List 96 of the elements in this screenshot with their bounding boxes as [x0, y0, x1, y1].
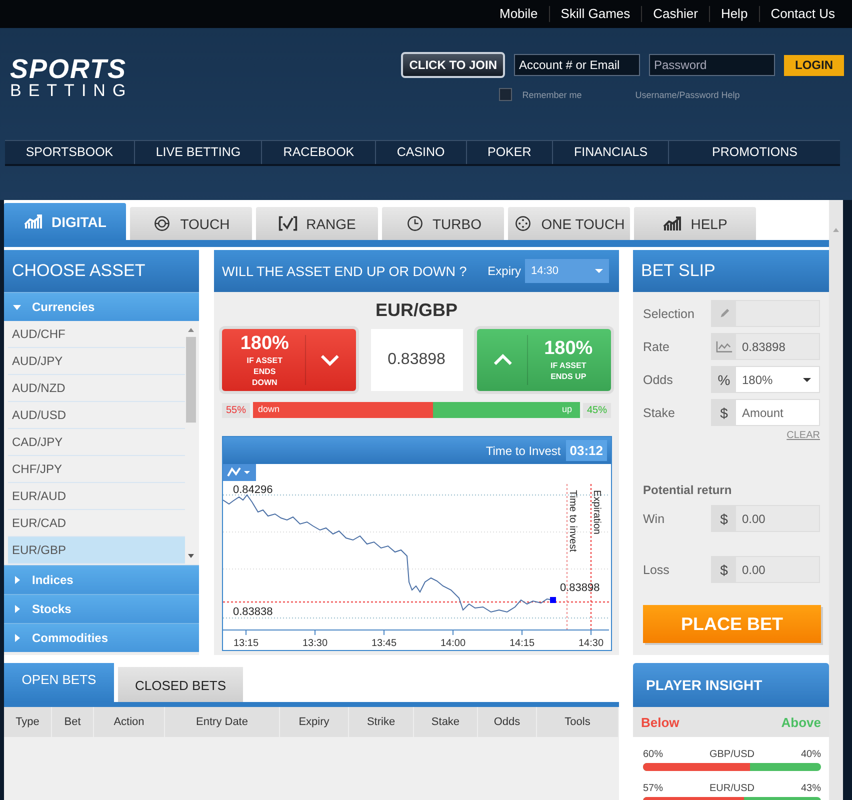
- field-label: Odds: [643, 372, 673, 386]
- join-button[interactable]: CLICK TO JOIN: [401, 52, 505, 78]
- price-display: 0.83898: [370, 329, 462, 391]
- top-link[interactable]: Cashier: [641, 6, 709, 22]
- product-tab[interactable]: HELP: [634, 207, 756, 240]
- pair-label: EUR/USD: [709, 783, 754, 794]
- chevron-up-icon: [493, 354, 513, 366]
- current-price-marker: [550, 597, 556, 603]
- product-tab[interactable]: DIGITAL: [4, 203, 126, 240]
- down-share: 55%: [222, 402, 250, 418]
- chart-icon: [716, 340, 732, 352]
- field-label: Rate: [643, 340, 670, 354]
- product-tab[interactable]: TURBO: [382, 207, 504, 240]
- field-label: Loss: [643, 562, 670, 576]
- asset-item[interactable]: AUD/CHF: [8, 321, 185, 348]
- asset-item[interactable]: CHF/JPY: [8, 456, 185, 483]
- clock-icon: [404, 215, 424, 232]
- up-label: up: [562, 404, 572, 414]
- nav-item[interactable]: RACEBOOK: [261, 141, 376, 164]
- expiry-label: Expiry: [488, 264, 521, 278]
- axis-label: 13:30: [302, 638, 328, 649]
- nav-item[interactable]: PROMOTIONS: [668, 141, 840, 164]
- chevron-down-icon: [320, 354, 340, 366]
- remember-label: Remember me: [522, 90, 583, 100]
- bets-tab[interactable]: CLOSED BETS: [118, 667, 243, 702]
- login-button[interactable]: LOGIN: [784, 54, 844, 76]
- axis-label: 0.83838: [233, 606, 273, 618]
- axis-label: 13:15: [233, 638, 259, 649]
- nav-item[interactable]: CASINO: [375, 141, 466, 164]
- below-label: Below: [641, 714, 680, 730]
- slip-field[interactable]: $ Amount: [711, 399, 820, 426]
- nav-item[interactable]: POKER: [466, 141, 552, 164]
- below-share: 57%: [643, 783, 664, 794]
- nav-item[interactable]: FINANCIALS: [552, 141, 668, 164]
- asset-title: EUR/GBP: [374, 300, 458, 322]
- countdown-timer: 03:12: [566, 440, 607, 461]
- down-button[interactable]: 180% IF ASSET ENDS DOWN: [222, 329, 356, 391]
- above-label: Above: [781, 714, 821, 730]
- nav-item[interactable]: SPORTSBOOK: [5, 141, 134, 164]
- range-icon: [278, 215, 298, 232]
- chart-icon: [662, 215, 683, 232]
- return-field: $ 0.00: [711, 505, 820, 532]
- marker-label: Expiration: [591, 490, 602, 534]
- field-label: Stake: [643, 406, 675, 420]
- price-label: 0.83898: [560, 582, 600, 594]
- target-icon: [152, 215, 172, 232]
- remember-checkbox[interactable]: [499, 88, 512, 101]
- chart-icon: [24, 213, 44, 230]
- product-tab[interactable]: RANGE: [256, 207, 378, 240]
- up-share: 45%: [582, 402, 611, 418]
- account-field[interactable]: Account # or Email: [514, 54, 640, 76]
- asset-item[interactable]: EUR/GBP: [8, 537, 185, 564]
- panel-header: WILL THE ASSET END UP OR DOWN ?: [222, 264, 468, 278]
- down-label: down: [258, 404, 280, 414]
- above-share: 43%: [800, 783, 821, 794]
- asset-item[interactable]: AUD/NZD: [8, 375, 185, 402]
- field-label: Selection: [643, 306, 694, 320]
- logo-wordmark: SPORTS: [10, 56, 128, 82]
- dial-icon: [513, 215, 534, 232]
- panel-header: CHOOSE ASSET: [4, 250, 199, 292]
- axis-label: 14:00: [440, 638, 466, 649]
- password-help-link[interactable]: Username/Password Help: [635, 90, 740, 100]
- asset-item[interactable]: CAD/JPY: [8, 429, 185, 456]
- scrollbar-drawing[interactable]: [829, 200, 843, 800]
- section-title: Potential return: [643, 483, 733, 497]
- top-link[interactable]: Mobile: [488, 6, 549, 22]
- slip-field[interactable]: % 180%: [711, 366, 820, 393]
- field-label: Win: [643, 512, 665, 526]
- panel-header: PLAYER INSIGHT: [633, 663, 829, 707]
- asset-item[interactable]: EUR/AUD: [8, 483, 185, 510]
- logo-subtitle: BETTING: [10, 82, 133, 100]
- pair-label: GBP/USD: [709, 749, 754, 760]
- timer-label: Time to Invest: [486, 444, 561, 458]
- axis-label: 13:45: [371, 638, 397, 649]
- axis-label: 14:15: [509, 638, 535, 649]
- above-share: 40%: [800, 749, 821, 760]
- caret-icon: [803, 378, 811, 382]
- nav-item[interactable]: LIVE BETTING: [134, 141, 262, 164]
- product-tab[interactable]: TOUCH: [130, 207, 252, 240]
- product-tab[interactable]: ONE TOUCH: [508, 207, 630, 240]
- asset-item[interactable]: AUD/JPY: [8, 348, 185, 375]
- password-field[interactable]: Password: [649, 54, 775, 76]
- axis-label: 14:30: [578, 638, 604, 649]
- asset-item[interactable]: AUD/USD: [8, 402, 185, 429]
- top-link[interactable]: Help: [708, 6, 759, 22]
- top-link[interactable]: Skill Games: [548, 6, 642, 22]
- below-share: 60%: [643, 749, 664, 760]
- axis-label: 0.84296: [233, 484, 273, 496]
- caret-icon: [595, 269, 603, 273]
- marker-label: Time to invest: [567, 490, 578, 552]
- return-field: $ 0.00: [711, 556, 820, 583]
- slip-field[interactable]: [711, 300, 820, 327]
- panel-header: BET SLIP: [633, 250, 829, 292]
- chart-type-button[interactable]: [223, 464, 256, 481]
- slip-field[interactable]: 0.83898: [711, 333, 820, 360]
- top-link[interactable]: Contact Us: [758, 6, 846, 22]
